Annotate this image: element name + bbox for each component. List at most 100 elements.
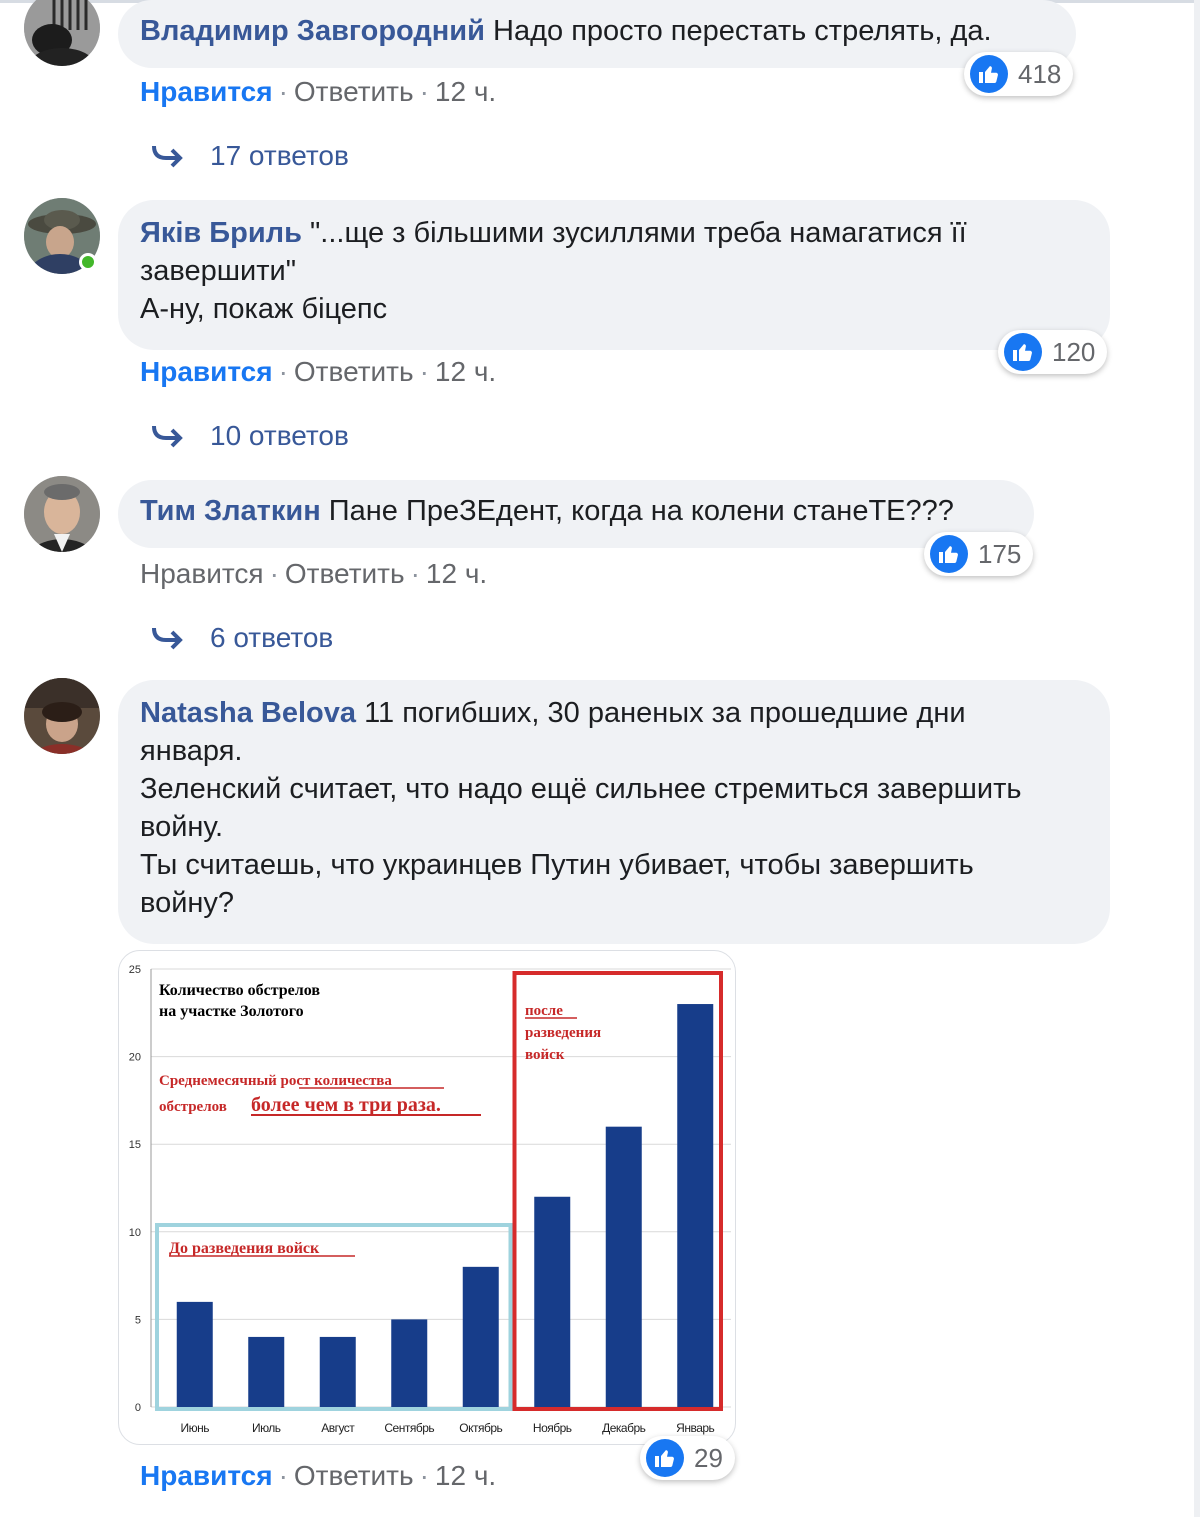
after-annotation-line: после [525, 1003, 563, 1019]
reply-button[interactable]: Ответить [294, 1460, 414, 1492]
like-count: 120 [1052, 336, 1096, 367]
y-tick-label: 15 [129, 1139, 141, 1151]
separator: · [269, 558, 279, 589]
reply-button[interactable]: Ответить [285, 558, 405, 590]
comment-text: 11 погибших, 30 раненых за прошедшие дни [364, 697, 966, 729]
bar [605, 1126, 642, 1407]
y-tick-label: 5 [135, 1314, 141, 1326]
comment-text: "...ще з більшими зусиллями треба намага… [310, 217, 967, 249]
timestamp[interactable]: 12 ч. [435, 356, 496, 388]
attached-chart-image[interactable]: 0 5 10 15 20 25 Июнь Июль Август Сентябрь Октябрь… [118, 950, 736, 1445]
reactions-badge[interactable]: 29 [640, 1436, 735, 1480]
thumbs-up-icon [1004, 333, 1042, 371]
comment-author[interactable]: Яків Бриль [140, 217, 302, 249]
separator: · [419, 1460, 429, 1491]
view-replies-link[interactable]: 6 ответов [150, 622, 333, 654]
comment-text: войну. [140, 811, 224, 843]
growth-annotation-line: Среднемесячный рост количества [159, 1073, 392, 1089]
timestamp[interactable]: 12 ч. [426, 558, 487, 590]
replies-count-label[interactable]: 17 ответов [210, 140, 349, 172]
comment-actions: Нравится · Ответить · 12 ч. [140, 356, 496, 388]
x-tick-label: Июль [252, 1421, 281, 1435]
comment-text: войну? [140, 887, 235, 919]
reactions-badge[interactable]: 120 [998, 330, 1108, 374]
y-tick-label: 20 [129, 1052, 141, 1064]
after-annotation: после разведения войск [525, 1003, 605, 1063]
avatar[interactable] [24, 0, 100, 66]
separator: · [419, 356, 429, 387]
like-button[interactable]: Нравится [140, 558, 264, 590]
comment-actions: Нравится · Ответить · 12 ч. [140, 76, 496, 108]
comment-bubble: Natasha Belova 11 погибших, 30 раненых з… [118, 680, 1110, 944]
chart-title-line: на участке Золотого [159, 1003, 304, 1020]
x-tick-label: Июнь [180, 1421, 209, 1435]
view-replies-link[interactable]: 17 ответов [150, 140, 349, 172]
comment-bubble: Тим Златкин Пане ПреЗЕдент, когда на кол… [118, 480, 1034, 548]
comment-actions: Нравится · Ответить · 12 ч. [140, 558, 487, 590]
x-tick-label: Октябрь [459, 1421, 502, 1435]
view-replies-link[interactable]: 10 ответов [150, 420, 349, 452]
comment-text: ТЕ??? [868, 495, 954, 527]
comment-text: Пане ПреЗЕдент, когда на колени стане [328, 495, 869, 527]
comment-author[interactable]: Natasha Belova [140, 697, 356, 729]
bar [391, 1319, 428, 1407]
bar [462, 1266, 499, 1407]
chart-title: Количество обстрелов на участке Золотого [159, 982, 324, 1020]
online-status-dot [79, 253, 97, 271]
x-tick-label: Декабрь [602, 1421, 646, 1435]
separator: · [278, 356, 288, 387]
thumbs-up-icon [930, 535, 968, 573]
comment-bubble: Владимир Завгородний Надо просто переста… [118, 0, 1076, 68]
comment-author[interactable]: Тим Златкин [140, 495, 321, 527]
comment-text: Ты считаешь, что украинцев Путин убивает… [140, 849, 974, 881]
reactions-badge[interactable]: 175 [924, 532, 1034, 576]
replies-count-label[interactable]: 6 ответов [210, 622, 333, 654]
bar [534, 1196, 571, 1407]
reply-button[interactable]: Ответить [294, 356, 414, 388]
comment-text: Зеленский считает, что надо ещё сильнее … [140, 773, 1022, 805]
y-tick-label: 0 [135, 1402, 141, 1414]
thumbs-up-icon [970, 55, 1008, 93]
growth-annotation: Среднемесячный рост количества обстрелов… [159, 1073, 441, 1116]
like-count: 29 [694, 1442, 723, 1473]
like-button[interactable]: Нравится [140, 76, 273, 108]
timestamp[interactable]: 12 ч. [435, 1460, 496, 1492]
x-tick-label: Ноябрь [533, 1421, 572, 1435]
growth-annotation-line: обстрелов [159, 1099, 227, 1115]
like-count: 175 [978, 538, 1022, 569]
reply-arrow-icon [152, 627, 183, 650]
replies-count-label[interactable]: 10 ответов [210, 420, 349, 452]
like-button[interactable]: Нравится [140, 1460, 273, 1492]
reply-button[interactable]: Ответить [294, 76, 414, 108]
comment-text: завершити" [140, 255, 297, 287]
comment-text: января. [140, 735, 243, 767]
timestamp[interactable]: 12 ч. [435, 76, 496, 108]
bar [248, 1336, 285, 1407]
bar-chart: 0 5 10 15 20 25 Июнь Июль Август Сентябрь Октябрь… [129, 964, 731, 1435]
right-scroll-edge [1194, 0, 1200, 1517]
reactions-badge[interactable]: 418 [964, 52, 1074, 96]
avatar[interactable] [24, 678, 100, 754]
reply-arrow-icon [152, 425, 183, 448]
growth-annotation-line: более чем в три раза. [251, 1094, 441, 1116]
after-annotation-line: разведения [525, 1025, 601, 1041]
reply-arrow-icon [152, 145, 183, 168]
comment-actions: Нравится · Ответить · 12 ч. [140, 1460, 496, 1492]
x-tick-label: Сентябрь [384, 1421, 434, 1435]
thumbs-up-icon [646, 1439, 684, 1477]
separator: · [278, 1460, 288, 1491]
chart-title-line: Количество обстрелов [159, 982, 320, 999]
like-button[interactable]: Нравится [140, 356, 273, 388]
x-tick-label: Август [321, 1421, 355, 1435]
comment-text: А-ну, покаж біцепс [140, 293, 388, 325]
y-tick-label: 25 [129, 964, 141, 976]
separator: · [419, 76, 429, 107]
comment-author[interactable]: Владимир Завгородний [140, 15, 485, 47]
y-tick-label: 10 [129, 1227, 141, 1239]
bar [677, 1004, 714, 1407]
bar [176, 1301, 213, 1407]
avatar[interactable] [24, 476, 100, 552]
x-tick-label: Январь [676, 1421, 714, 1435]
separator: · [278, 76, 288, 107]
comment-bubble: Яків Бриль "...ще з більшими зусиллями т… [118, 200, 1110, 350]
